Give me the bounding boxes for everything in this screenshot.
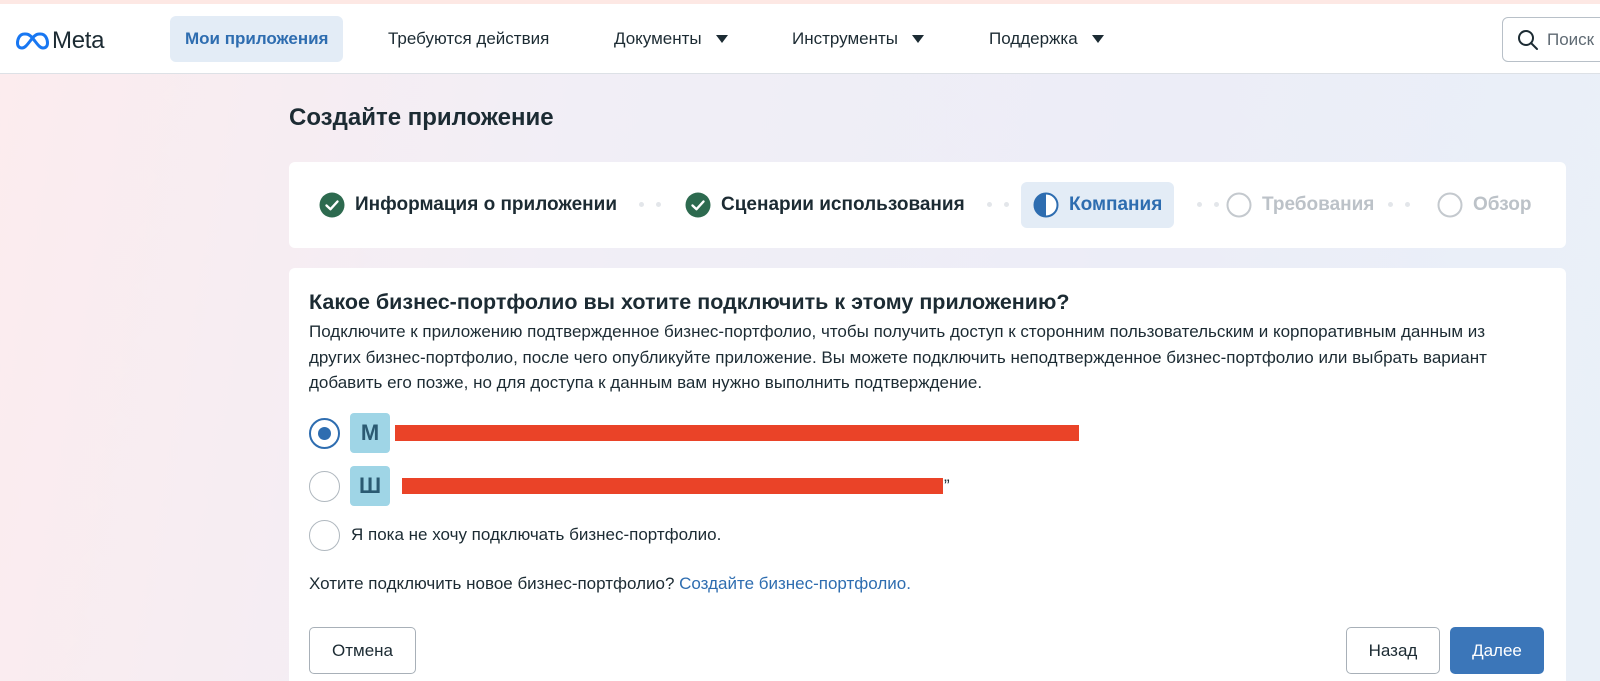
meta-logo[interactable]: Meta: [16, 26, 104, 56]
portfolio-option-2[interactable]: Ш ”: [309, 466, 950, 506]
progress-stepper: Информация о приложении Сценарии использ…: [289, 162, 1566, 248]
redacted-portfolio-name: [395, 425, 1079, 441]
page-title: Создайте приложение: [289, 104, 554, 131]
nav-docs[interactable]: Документы: [614, 16, 728, 62]
radio-unselected[interactable]: [309, 519, 340, 551]
step-company: Компания: [1021, 182, 1175, 228]
portfolio-avatar: Ш: [350, 466, 390, 506]
step-review: Обзор: [1437, 182, 1531, 228]
new-portfolio-text: Хотите подключить новое бизнес-портфолио…: [309, 574, 675, 593]
caret-down-icon: [1091, 35, 1104, 43]
back-button[interactable]: Назад: [1346, 627, 1440, 674]
portfolio-name-tail: ”: [944, 476, 950, 495]
no-portfolio-label: Я пока не хочу подключать бизнес-портфол…: [351, 525, 722, 544]
nav-docs-label: Документы: [614, 29, 702, 48]
question-title: Какое бизнес-портфолио вы хотите подключ…: [309, 290, 1070, 314]
check-circle-icon: [685, 192, 711, 218]
business-portfolio-card: Какое бизнес-портфолио вы хотите подключ…: [289, 268, 1566, 681]
redacted-portfolio-name: [402, 478, 943, 494]
nav-tools-label: Инструменты: [792, 29, 899, 48]
half-circle-progress-icon: [1033, 192, 1059, 218]
next-button[interactable]: Далее: [1450, 627, 1544, 674]
portfolio-avatar: М: [350, 413, 390, 453]
portfolio-option-1[interactable]: М: [309, 413, 1079, 453]
search-input[interactable]: [1547, 29, 1600, 50]
step-requirements-label: Требования: [1262, 194, 1375, 215]
step-app-info-label: Информация о приложении: [355, 194, 618, 215]
step-separator: [1197, 202, 1219, 207]
top-navigation-bar: Meta Мои приложения Требуются действия Д…: [0, 4, 1600, 74]
step-separator: [987, 202, 1009, 207]
step-review-label: Обзор: [1473, 194, 1532, 215]
step-company-label: Компания: [1069, 194, 1163, 215]
nav-my-apps[interactable]: Мои приложения: [170, 16, 344, 62]
cancel-button[interactable]: Отмена: [309, 627, 416, 674]
step-requirements: Требования: [1226, 182, 1374, 228]
create-portfolio-link[interactable]: Создайте бизнес-портфолио.: [679, 574, 911, 593]
new-portfolio-prompt: Хотите подключить новое бизнес-портфолио…: [309, 574, 911, 594]
nav-my-apps-label: Мои приложения: [185, 29, 329, 48]
search-icon: [1518, 29, 1538, 50]
nav-support[interactable]: Поддержка: [989, 16, 1104, 62]
caret-down-icon: [715, 35, 728, 43]
step-app-info: Информация о приложении: [319, 182, 617, 228]
search-box[interactable]: [1502, 17, 1600, 62]
empty-circle-icon: [1226, 192, 1252, 218]
step-separator: [639, 202, 661, 207]
nav-actions-required[interactable]: Требуются действия: [388, 16, 549, 62]
empty-circle-icon: [1437, 192, 1463, 218]
meta-infinity-icon: [16, 32, 49, 50]
nav-actions-required-label: Требуются действия: [388, 29, 550, 48]
step-use-cases-label: Сценарии использования: [721, 194, 965, 215]
nav-tools[interactable]: Инструменты: [792, 16, 925, 62]
nav-support-label: Поддержка: [989, 29, 1078, 48]
caret-down-icon: [912, 35, 925, 43]
step-separator: [1388, 202, 1410, 207]
radio-unselected[interactable]: [309, 470, 340, 502]
step-use-cases: Сценарии использования: [685, 182, 965, 228]
portfolio-option-none[interactable]: Я пока не хочу подключать бизнес-портфол…: [309, 515, 721, 555]
meta-logo-text: Meta: [52, 27, 105, 54]
radio-selected[interactable]: [309, 417, 340, 449]
check-circle-icon: [319, 192, 345, 218]
question-description: Подключите к приложению подтвержденное б…: [309, 322, 1487, 392]
